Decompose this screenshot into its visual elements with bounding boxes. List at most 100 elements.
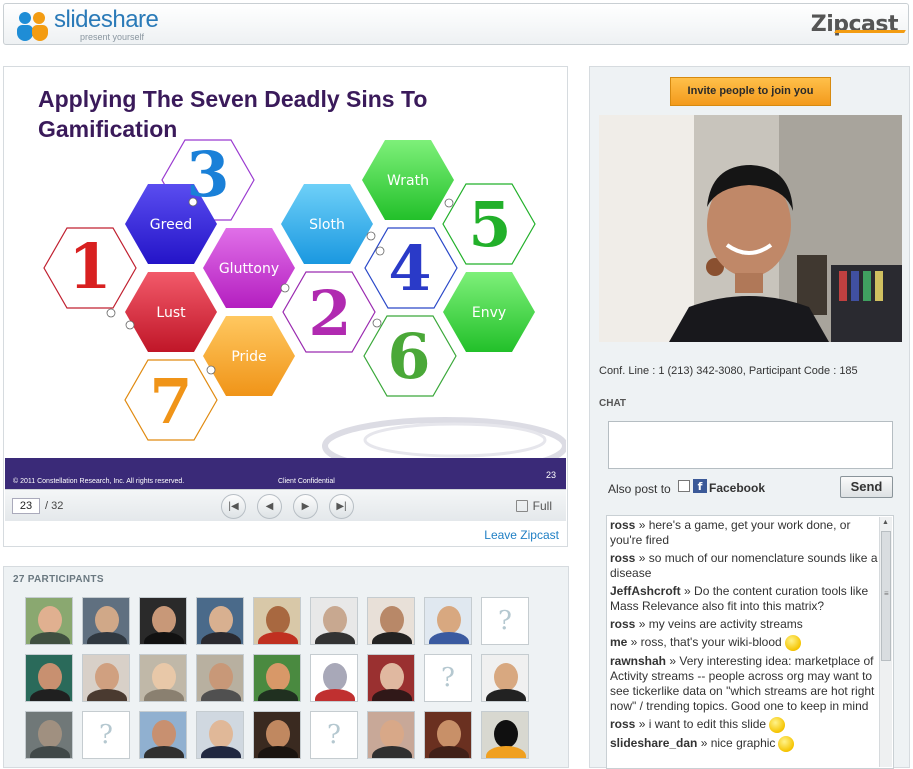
brand-name: slideshare (54, 6, 159, 33)
page-total: / 32 (45, 500, 64, 512)
participant-avatar[interactable] (196, 654, 244, 702)
chat-user: ross (610, 617, 636, 631)
wink-icon (769, 717, 786, 733)
chat-message: me » ross, that's your wiki-blood (610, 635, 878, 651)
participant-avatar[interactable] (82, 597, 130, 645)
slide-confidential: Client Confidential (278, 478, 335, 485)
participant-avatar[interactable] (196, 711, 244, 759)
chat-log: ross » here's a game, get your work done… (606, 515, 894, 769)
chat-text: » my veins are activity streams (635, 617, 803, 631)
zipcast-logo: Zipcast (810, 12, 906, 37)
facebook-label: Facebook (709, 481, 766, 495)
participant-avatar[interactable] (253, 654, 301, 702)
participant-avatar[interactable] (253, 597, 301, 645)
participant-avatar-unknown[interactable]: ? (424, 654, 472, 702)
slideshare-logo[interactable]: slideshare present yourself (16, 6, 159, 42)
fullscreen-button[interactable]: Full (515, 499, 552, 513)
number-4: 4 (388, 232, 431, 305)
participant-avatar[interactable] (82, 654, 130, 702)
send-button[interactable]: Send (840, 476, 893, 498)
facebook-checkbox[interactable] (678, 480, 690, 492)
participant-avatar[interactable] (25, 654, 73, 702)
slide-number: 23 (545, 470, 556, 480)
chat-user: JeffAshcroft (610, 584, 681, 598)
participants-grid: ? ? ? ? (25, 597, 529, 759)
participants-title: 27 PARTICIPANTS (13, 574, 104, 585)
participant-avatar-unknown[interactable]: ? (481, 597, 529, 645)
next-icon: ▶ (301, 501, 310, 512)
smiley-icon (784, 635, 801, 651)
participant-avatar[interactable] (424, 711, 472, 759)
fullscreen-label: Full (532, 499, 552, 513)
prev-slide-button[interactable]: ◀ (257, 494, 282, 519)
leave-zipcast-link[interactable]: Leave Zipcast (484, 528, 559, 542)
scroll-up-icon[interactable]: ▲ (882, 519, 889, 526)
participants-panel: 27 PARTICIPANTS ? ? ? ? (3, 566, 569, 768)
invite-button[interactable]: Invite people to join you (670, 77, 831, 106)
participant-avatar[interactable] (196, 597, 244, 645)
participant-avatar[interactable] (367, 654, 415, 702)
participant-avatar[interactable] (25, 711, 73, 759)
sin-envy: Envy (472, 305, 506, 321)
conference-line: Conf. Line : 1 (213) 342-3080, Participa… (599, 365, 858, 377)
slide-controls: 23 / 32 |◀ ◀ ▶ ▶| Full (5, 489, 566, 521)
slide-copyright: © 2011 Constellation Research, Inc. All … (13, 478, 185, 485)
participant-avatar-unknown[interactable]: ? (310, 711, 358, 759)
scrollbar-thumb[interactable]: ≡ (881, 531, 891, 661)
number-6: 6 (387, 320, 430, 393)
first-slide-button[interactable]: |◀ (221, 494, 246, 519)
chat-scrollbar[interactable]: ▲ ≡ (879, 517, 892, 767)
page-number-input[interactable]: 23 (12, 498, 40, 514)
participant-avatar-unknown[interactable]: ? (82, 711, 130, 759)
unknown-user-icon: ? (498, 606, 512, 636)
unknown-user-icon: ? (327, 720, 341, 750)
participant-avatar[interactable] (253, 711, 301, 759)
chat-text: » nice graphic (697, 736, 776, 751)
participant-avatar[interactable] (481, 711, 529, 759)
number-7: 7 (149, 365, 192, 438)
chat-text: » here's a game, get your work done, or … (610, 518, 851, 547)
chat-message: JeffAshcroft » Do the content curation t… (610, 584, 878, 614)
last-slide-button[interactable]: ▶| (329, 494, 354, 519)
sin-sloth: Sloth (309, 217, 345, 233)
participant-avatar[interactable] (139, 597, 187, 645)
participant-avatar[interactable] (310, 597, 358, 645)
chat-message: ross » so much of our nomenclature sound… (610, 551, 878, 581)
chat-text: » i want to edit this slide (635, 717, 767, 732)
zipcast-label: Zipcast (810, 12, 899, 37)
fullscreen-icon (515, 500, 528, 512)
chat-user: ross (610, 518, 636, 532)
chat-user: slideshare_dan (610, 736, 698, 751)
presentation-slide: 3 1 4 5 2 6 7 Greed Gluttony Sloth Wrath… (5, 68, 566, 489)
chat-user: me (610, 635, 628, 650)
participant-avatar[interactable] (424, 597, 472, 645)
participant-avatar[interactable] (139, 711, 187, 759)
sin-lust: Lust (156, 305, 186, 321)
sin-wrath: Wrath (387, 173, 429, 189)
next-slide-button[interactable]: ▶ (293, 494, 318, 519)
chat-message: slideshare_dan » nice graphic (610, 736, 878, 752)
chat-message: ross » my veins are activity streams (610, 617, 878, 632)
also-post-label: Also post to (608, 482, 671, 496)
participant-avatar[interactable] (367, 597, 415, 645)
facebook-icon: f (693, 479, 707, 493)
participant-avatar[interactable] (367, 711, 415, 759)
participant-avatar[interactable] (139, 654, 187, 702)
participant-avatar[interactable] (25, 597, 73, 645)
sin-pride: Pride (231, 349, 266, 365)
slide-viewer: 3 1 4 5 2 6 7 Greed Gluttony Sloth Wrath… (3, 66, 568, 547)
chat-input[interactable] (608, 421, 893, 469)
chat-message: rawnshah » Very interesting idea: market… (610, 654, 878, 714)
chat-text: » so much of our nomenclature sounds lik… (610, 551, 878, 580)
chat-messages: ross » here's a game, get your work done… (610, 518, 878, 755)
chat-message: ross » i want to edit this slide (610, 717, 878, 733)
participant-avatar[interactable] (481, 654, 529, 702)
number-5: 5 (468, 188, 511, 261)
chat-user: ross (610, 551, 636, 565)
slide-footer: © 2011 Constellation Research, Inc. All … (5, 458, 566, 489)
participant-avatar[interactable] (310, 654, 358, 702)
unknown-user-icon: ? (99, 720, 113, 750)
chat-user: rawnshah (610, 654, 667, 668)
sin-greed: Greed (150, 217, 192, 233)
number-1: 1 (68, 230, 111, 303)
